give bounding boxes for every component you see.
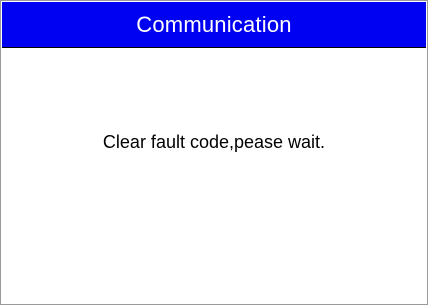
title-bar: Communication [2,2,426,47]
content-area: Clear fault code,pease wait. [2,48,426,304]
status-message: Clear fault code,pease wait. [102,132,326,152]
screen-title: Communication [136,11,292,37]
diagnostic-screen: Communication Clear fault code,pease wai… [0,0,428,305]
